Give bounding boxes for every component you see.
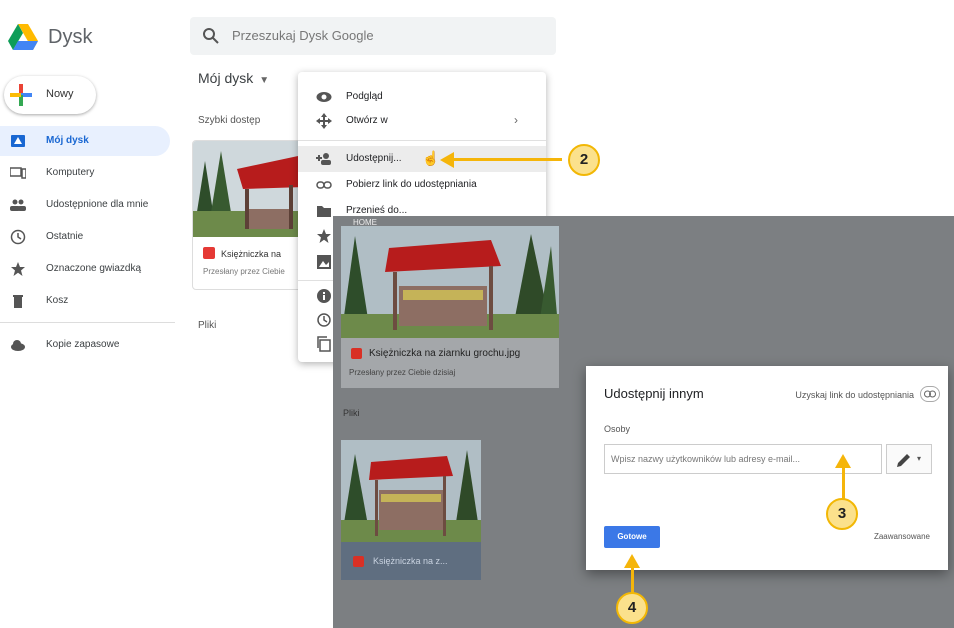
file-thumbnail xyxy=(193,141,301,237)
file-name: Księżniczka na z... xyxy=(373,556,448,566)
caret-down-icon: ▾ xyxy=(917,454,922,463)
cloud-icon xyxy=(11,340,25,351)
shared-file-card[interactable]: Księżniczka na ziarnku grochu.jpg Przesł… xyxy=(341,226,559,388)
sidebar-item-backups[interactable]: Kopie zapasowe xyxy=(0,330,170,360)
drive-brand: Dysk xyxy=(48,26,93,48)
search-input[interactable]: Przeszukaj Dysk Google xyxy=(232,28,374,43)
sidebar-divider xyxy=(0,322,175,323)
link-icon[interactable] xyxy=(920,386,940,402)
menu-item-get-link[interactable]: Pobierz link do udostępniania xyxy=(298,172,546,198)
menu-item-preview[interactable]: Podgląd xyxy=(298,84,546,110)
my-drive-icon xyxy=(11,135,25,147)
new-button[interactable]: Nowy xyxy=(4,76,96,114)
page-title: Mój dysk xyxy=(198,70,254,86)
callout-arrow xyxy=(631,566,634,594)
file-subtitle: Przesłany przez Ciebie xyxy=(203,267,285,276)
drive-logo-icon xyxy=(8,24,38,50)
sidebar-item-my-drive[interactable]: Mój dysk xyxy=(0,126,170,156)
file-thumbnail xyxy=(341,440,481,542)
history-icon xyxy=(317,313,331,327)
sidebar-item-label: Kopie zapasowe xyxy=(46,339,120,350)
done-button[interactable]: Gotowe xyxy=(604,526,660,548)
menu-item-label: Otwórz w xyxy=(346,115,388,126)
star-icon xyxy=(317,229,331,243)
plus-icon xyxy=(10,84,32,106)
share-window: HOME Księżniczka na ziarnku grochu.jpg P… xyxy=(333,216,954,628)
share-dialog: Udostępnij innym Uzyskaj link do udostęp… xyxy=(586,366,948,570)
menu-item-open-with[interactable]: Otwórz w › xyxy=(298,108,546,134)
move-icon xyxy=(316,113,332,129)
copy-icon xyxy=(317,336,331,352)
sidebar-item-label: Ostatnie xyxy=(46,231,84,242)
caret-down-icon: ▼ xyxy=(259,75,270,86)
sidebar-item-starred[interactable]: Oznaczone gwiazdką xyxy=(0,254,170,284)
arrow-head-icon xyxy=(440,152,454,168)
dialog-title: Udostępnij innym xyxy=(604,386,704,401)
sidebar-item-label: Oznaczone gwiazdką xyxy=(46,263,142,274)
sidebar-item-computers[interactable]: Komputery xyxy=(0,158,170,188)
permission-dropdown[interactable]: ▾ xyxy=(886,444,932,474)
star-icon xyxy=(11,262,25,276)
computers-icon xyxy=(10,167,26,179)
file-subtitle: Przesłany przez Ciebie dzisiaj xyxy=(349,368,456,377)
image-file-icon xyxy=(353,556,364,567)
eye-icon xyxy=(316,92,332,102)
file-name: Księżniczka na ziarnku grochu.jpg xyxy=(369,348,521,359)
menu-item-label: Udostępnij... xyxy=(346,153,402,164)
submenu-arrow-icon: › xyxy=(514,113,518,127)
menu-item-label: Przenieś do... xyxy=(346,205,408,216)
quick-access-label: Szybki dostęp xyxy=(198,115,261,126)
advanced-link[interactable]: Zaawansowane xyxy=(874,532,930,541)
file-thumbnail xyxy=(341,226,559,338)
add-person-icon xyxy=(316,153,331,165)
file-tile[interactable]: Księżniczka na z... xyxy=(341,440,481,580)
file-name: Księżniczka na xyxy=(221,249,282,259)
menu-item-label: Pobierz link do udostępniania xyxy=(346,179,477,190)
get-link-button[interactable]: Uzyskaj link do udostępniania xyxy=(795,390,914,400)
sidebar-item-recent[interactable]: Ostatnie xyxy=(0,222,170,252)
search-icon xyxy=(203,28,219,44)
callout-arrow xyxy=(842,466,845,502)
hand-cursor-icon: ☝ xyxy=(422,150,440,166)
callout-badge: 3 xyxy=(826,498,858,530)
files-section-label: Pliki xyxy=(198,320,217,331)
link-icon xyxy=(316,181,332,189)
people-label: Osoby xyxy=(604,424,631,434)
image-file-icon xyxy=(351,348,362,359)
files-section-label: Pliki xyxy=(343,408,360,418)
clock-icon xyxy=(10,229,26,245)
callout-badge: 4 xyxy=(616,592,648,624)
new-button-label: Nowy xyxy=(46,88,74,100)
done-button-label: Gotowe xyxy=(617,532,647,541)
quick-access-card[interactable]: Księżniczka na Przesłany przez Ciebie xyxy=(192,140,302,290)
arrow-head-icon xyxy=(835,454,851,468)
sidebar-item-label: Kosz xyxy=(46,295,69,306)
info-icon xyxy=(317,289,331,303)
sidebar-item-label: Komputery xyxy=(46,167,95,178)
callout-arrow xyxy=(452,158,562,161)
image-file-icon xyxy=(203,247,215,259)
menu-divider xyxy=(298,140,546,141)
pencil-icon xyxy=(897,454,910,467)
sidebar-item-label: Udostępnione dla mnie xyxy=(46,199,149,210)
sidebar-item-label: Mój dysk xyxy=(46,135,89,146)
arrow-head-icon xyxy=(624,554,640,568)
sidebar-item-trash[interactable]: Kosz xyxy=(0,286,170,316)
trash-icon xyxy=(13,295,23,308)
image-icon xyxy=(317,255,331,269)
shared-icon xyxy=(10,199,26,211)
people-input-placeholder: Wpisz nazwy użytkowników lub adresy e-ma… xyxy=(611,454,801,464)
sidebar-item-shared[interactable]: Udostępnione dla mnie xyxy=(0,190,170,220)
search-bar[interactable]: Przeszukaj Dysk Google xyxy=(190,17,556,55)
callout-badge: 2 xyxy=(568,144,600,176)
folder-icon xyxy=(317,206,331,217)
menu-item-label: Podgląd xyxy=(346,91,383,102)
my-drive-dropdown[interactable]: Mój dysk ▼ xyxy=(198,70,269,86)
